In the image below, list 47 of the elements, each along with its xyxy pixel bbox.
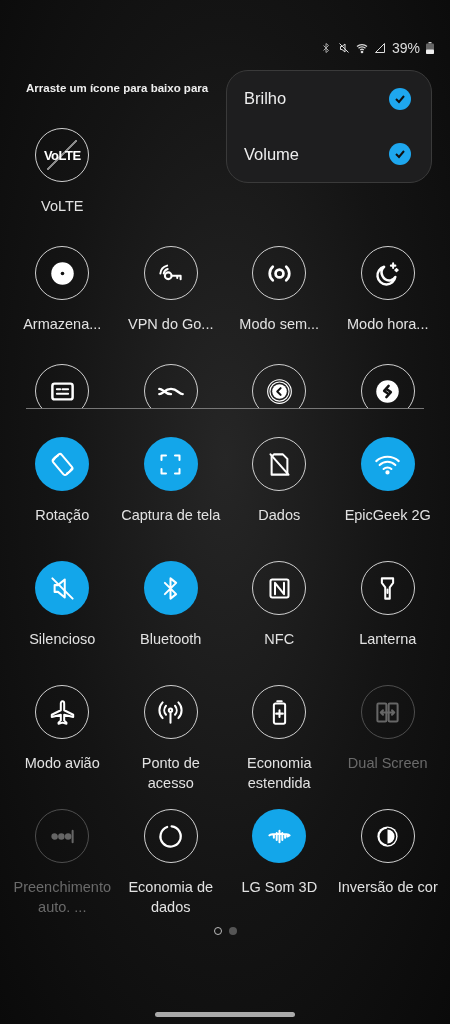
tile-label: Modo avião (23, 754, 101, 773)
tile-label: Modo hora... (346, 315, 430, 334)
tile-button[interactable] (252, 809, 307, 863)
battery-percent: 39% (391, 40, 420, 56)
tile-button[interactable] (35, 437, 90, 491)
wifi-icon (355, 42, 368, 54)
tile-label: Lanterna (358, 630, 418, 649)
checkbox[interactable] (389, 143, 411, 166)
tile-button[interactable] (143, 561, 198, 615)
page-dot[interactable] (228, 927, 237, 935)
tile-label: Inversão de cor (336, 878, 439, 897)
tile-label: Bluetooth (139, 630, 203, 649)
tile-label: Armazena... (22, 315, 103, 334)
tile-label: LG Som 3D (240, 878, 319, 897)
crossed-waves-icon (157, 386, 184, 396)
hint-text: Arraste um ícone para baixo para (26, 81, 209, 96)
tile-button[interactable] (143, 437, 198, 491)
signal-icon (373, 42, 386, 54)
airplane-icon (48, 698, 76, 726)
tile-label: NFC (263, 630, 296, 649)
disc-icon (48, 259, 76, 287)
checkbox[interactable] (389, 87, 411, 110)
ring-icon (157, 822, 185, 850)
tile-label: EpicGeek 2G (343, 506, 432, 525)
moon-stars-icon (374, 259, 402, 287)
tile-label: Ponto de acesso (140, 754, 201, 793)
speaker-mute-icon (48, 574, 76, 602)
tile-label: VoLTE (40, 197, 85, 216)
volte-icon: VoLTE (43, 147, 81, 163)
menu-item[interactable]: Brilho (244, 89, 287, 109)
tile-button[interactable] (35, 561, 90, 615)
speaker-mute-icon (337, 42, 350, 54)
tile-button[interactable] (360, 437, 415, 491)
tile-label: Preenchimento auto. ... (12, 878, 112, 917)
tile-label: VPN do Go... (127, 315, 215, 334)
tile-label: Dual Screen (346, 754, 429, 773)
tile-button[interactable]: VoLTE (35, 128, 90, 182)
tile-label: Dados (257, 506, 302, 525)
hotspot-icon (157, 698, 185, 726)
battery-icon (426, 42, 434, 54)
tile-label: Rotação (34, 506, 91, 525)
tile-label: Silencioso (28, 630, 97, 649)
tile-label: Modo sem... (238, 315, 321, 334)
tile-label: Economia de dados (127, 878, 215, 917)
menu-item[interactable]: Volume (244, 144, 300, 164)
tile-label: Economia estendida (246, 754, 313, 793)
tile-label: Captura de tela (120, 506, 222, 525)
